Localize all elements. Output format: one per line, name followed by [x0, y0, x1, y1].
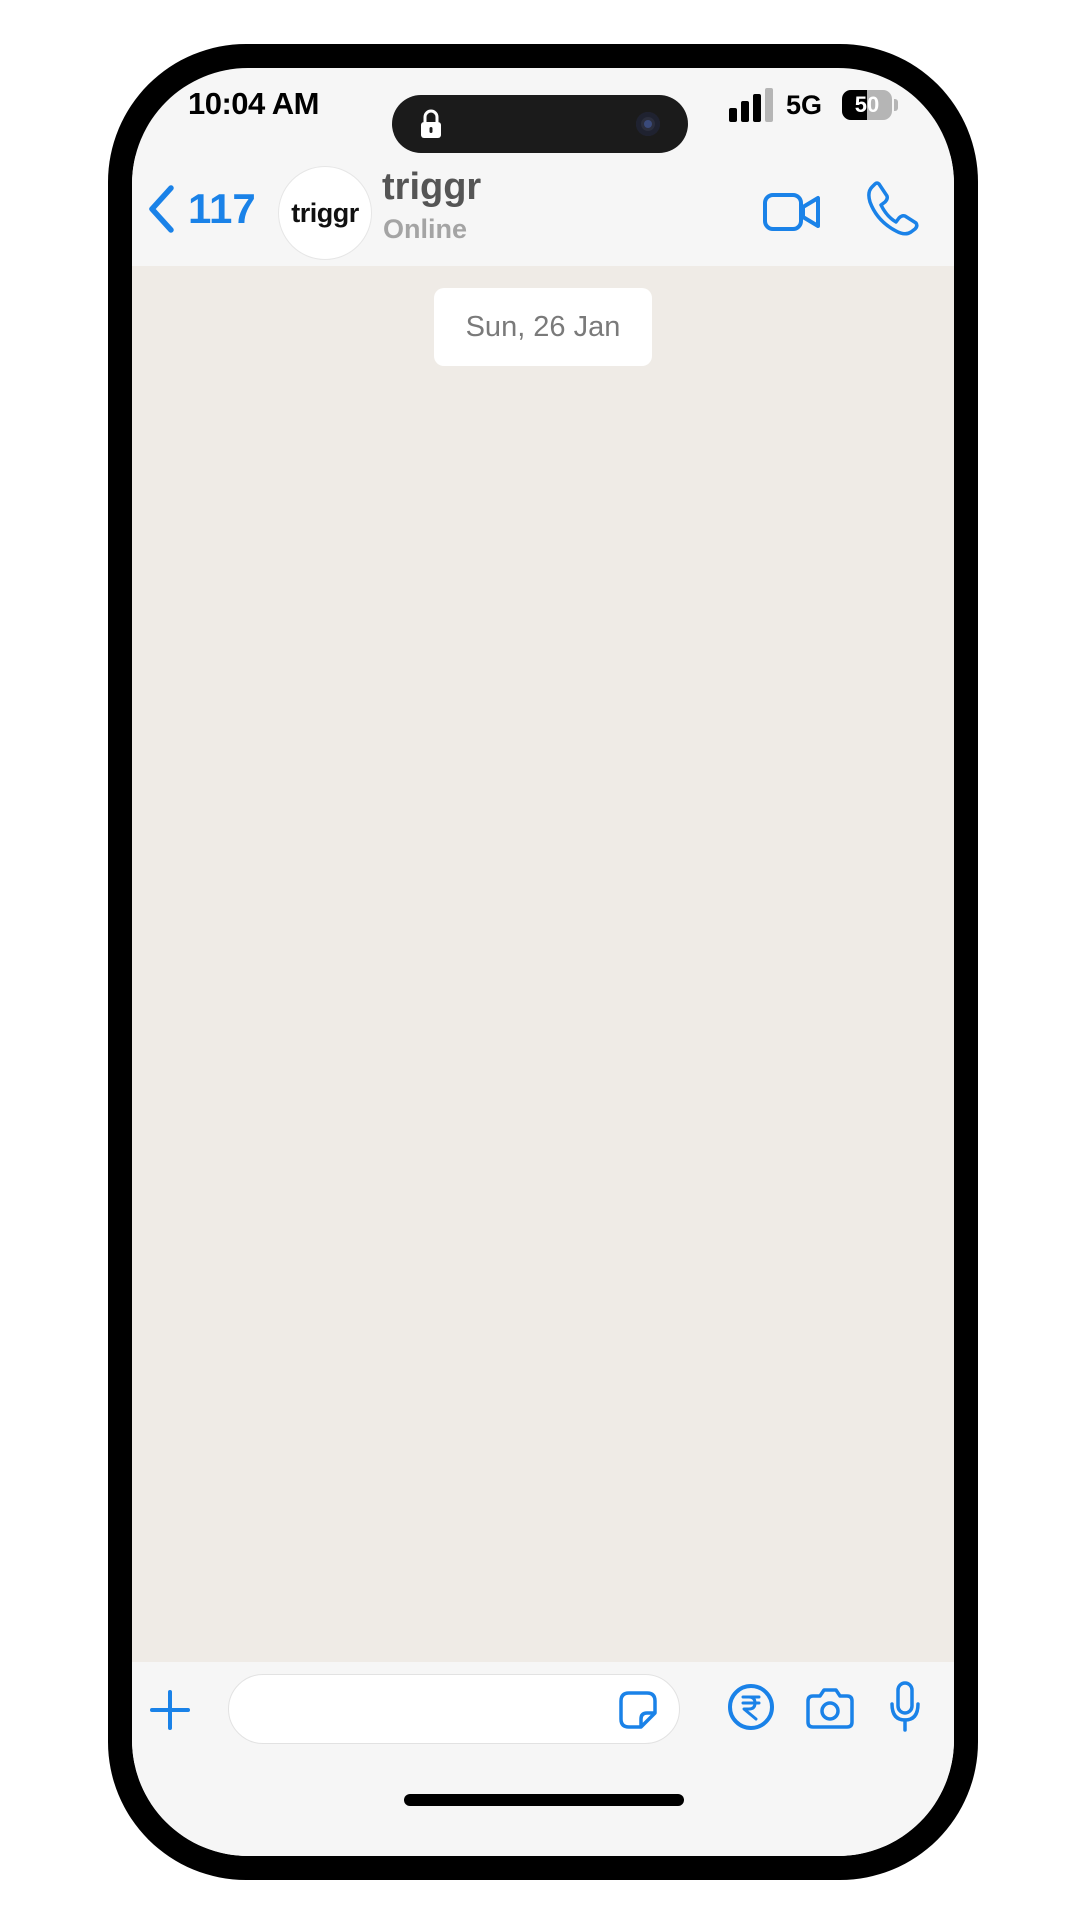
- message-input[interactable]: [253, 1685, 607, 1735]
- lock-icon: [421, 109, 441, 138]
- chevron-left-icon: [149, 185, 174, 233]
- microphone-button[interactable]: [888, 1680, 922, 1734]
- battery-icon: 50: [842, 90, 892, 120]
- front-camera-icon: [636, 112, 660, 136]
- sticker-button[interactable]: [617, 1689, 659, 1731]
- microphone-icon: [890, 1681, 920, 1732]
- status-time: 10:04 AM: [188, 86, 319, 121]
- phone-screen: 10:04 AM 5G 50 117 triggr triggr Online …: [132, 68, 954, 1856]
- phone-icon: [867, 181, 919, 236]
- video-camera-icon: [763, 193, 820, 231]
- battery-cap: [894, 99, 898, 111]
- camera-icon: [806, 1688, 854, 1729]
- video-call-button[interactable]: [762, 190, 822, 234]
- camera-button[interactable]: [805, 1686, 855, 1730]
- sticker-icon: [619, 1691, 657, 1729]
- unread-count: 117: [188, 185, 256, 232]
- contact-status: Online: [383, 214, 468, 244]
- avatar-logo: triggr: [291, 197, 359, 228]
- dynamic-island: [392, 95, 688, 153]
- battery-percent: 50: [854, 92, 880, 117]
- back-button[interactable]: 117: [146, 176, 256, 242]
- contact-name[interactable]: triggr: [382, 166, 481, 209]
- chat-header: 117 triggr triggr Online: [132, 156, 954, 266]
- chat-area[interactable]: Sun, 26 Jan: [132, 266, 954, 1662]
- voice-call-button[interactable]: [865, 180, 919, 236]
- avatar[interactable]: triggr: [278, 166, 372, 260]
- home-indicator[interactable]: [404, 1794, 684, 1806]
- attach-button[interactable]: [148, 1688, 192, 1732]
- input-bar: [132, 1662, 954, 1856]
- cellular-signal-icon: [729, 88, 773, 122]
- date-separator: Sun, 26 Jan: [434, 288, 652, 366]
- payment-button[interactable]: [726, 1682, 776, 1732]
- network-type: 5G: [786, 90, 823, 120]
- message-input-container: [228, 1674, 680, 1744]
- rupee-icon: [728, 1684, 774, 1730]
- plus-icon: [150, 1690, 190, 1730]
